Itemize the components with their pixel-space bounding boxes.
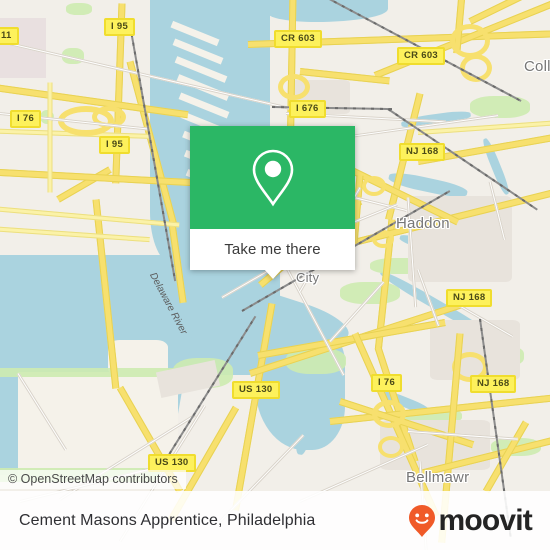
- road-w-grid-d[interactable]: [0, 226, 150, 243]
- shield-nj168-mid[interactable]: NJ 168: [446, 289, 493, 307]
- popup-tail: [263, 269, 282, 279]
- map-pin-icon: [252, 149, 293, 206]
- road-loop-676[interactable]: [278, 74, 310, 100]
- map-screenshot: 11 I 95 CR 603 CR 603 I 676 I 95 I 76 NJ…: [0, 0, 550, 550]
- shield-i676[interactable]: I 676: [289, 100, 326, 118]
- take-me-there-button[interactable]: Take me there: [190, 229, 355, 279]
- place-label-collingswood: Coll: [524, 58, 550, 75]
- take-me-there-label: Take me there: [224, 241, 321, 258]
- road-loop-haddon[interactable]: [362, 176, 386, 196]
- bottom-info-bar: Cement Masons Apprentice, Philadelphia m…: [0, 491, 550, 550]
- location-popup[interactable]: Take me there: [190, 126, 355, 279]
- place-label-bellmawr: Bellmawr: [406, 469, 470, 486]
- moovit-wordmark: moovit: [438, 503, 532, 537]
- moovit-logo[interactable]: moovit: [407, 503, 533, 538]
- place-label-haddon: Haddon: [396, 215, 450, 232]
- place-label-gloucester-city: City: [296, 270, 320, 285]
- road-loop-bellmawr[interactable]: [372, 400, 406, 428]
- shield-i76-west[interactable]: I 76: [10, 110, 42, 128]
- map-attribution[interactable]: © OpenStreetMap contributors: [0, 470, 186, 489]
- road-w-grid-b[interactable]: [47, 82, 53, 193]
- location-title: Cement Masons Apprentice, Philadelphia: [19, 511, 316, 529]
- road-loop-ne[interactable]: [450, 24, 490, 58]
- shield-i76-south[interactable]: I 76: [371, 374, 403, 392]
- shield-i95-north[interactable]: I 95: [104, 18, 136, 36]
- shield-i95-south[interactable]: I 95: [99, 136, 131, 154]
- shield-cr603-east[interactable]: CR 603: [397, 47, 446, 65]
- road-i676[interactable]: [286, 0, 297, 144]
- shield-cr603-west[interactable]: CR 603: [274, 30, 323, 48]
- shield-nj168-south[interactable]: NJ 168: [470, 375, 517, 393]
- popup-pin-area: [190, 126, 355, 229]
- moovit-pin-icon: [409, 504, 436, 537]
- park-small-n: [66, 3, 92, 15]
- shield-611-partial[interactable]: 11: [0, 27, 19, 45]
- shield-us130-north[interactable]: US 130: [232, 381, 280, 399]
- shield-nj168-north[interactable]: NJ 168: [399, 143, 446, 161]
